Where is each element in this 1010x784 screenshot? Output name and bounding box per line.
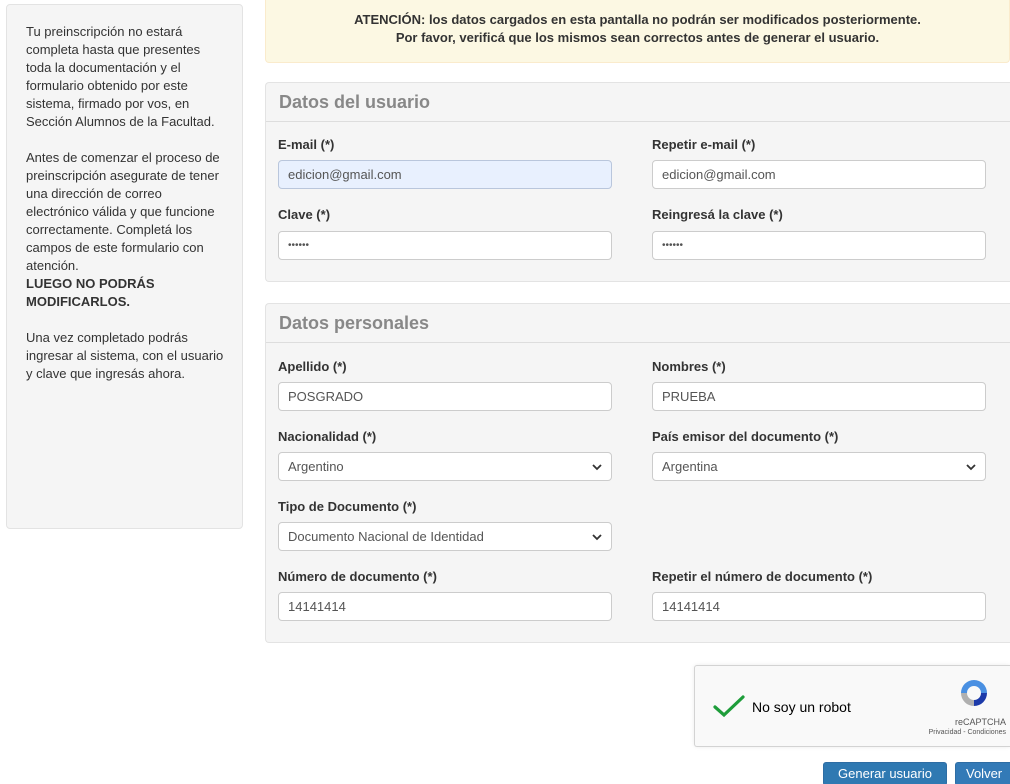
pais-label: País emisor del documento (*) <box>652 429 839 444</box>
info-paragraph-3: Una vez completado podrás ingresar al si… <box>26 330 224 381</box>
apellido-label: Apellido (*) <box>278 359 347 374</box>
email-repeat-field[interactable]: edicion@gmail.com <box>652 160 986 189</box>
panel-title-usuario: Datos del usuario <box>266 83 1010 122</box>
numero-documento-repeat-field[interactable]: 14141414 <box>652 592 986 621</box>
info-paragraph-1: Tu preinscripción no estará completa has… <box>26 24 215 129</box>
pais-select[interactable]: Argentina <box>652 452 986 481</box>
alert-line-2: Por favor, verificá que los mismos sean … <box>395 30 880 45</box>
recaptcha-brand: reCAPTCHA <box>954 717 1006 727</box>
pais-selected: Argentina <box>662 459 718 474</box>
nacionalidad-select[interactable]: Argentino <box>278 452 612 481</box>
email-label: E-mail (*) <box>278 137 335 152</box>
recaptcha-logo-icon <box>961 680 987 706</box>
volver-button[interactable]: Volver <box>955 762 1010 784</box>
numero-documento-label: Número de documento (*) <box>278 569 437 584</box>
tipo-documento-label: Tipo de Documento (*) <box>278 499 417 514</box>
warning-alert: ATENCIÓN: los datos cargados en esta pan… <box>265 0 1010 63</box>
info-paragraph-2: Antes de comenzar el proceso de preinscr… <box>26 149 224 311</box>
password-field[interactable]: •••••• <box>278 231 612 260</box>
password-repeat-label: Reingresá la clave (*) <box>652 207 783 222</box>
checkmark-icon[interactable] <box>713 694 745 718</box>
alert-line-1: ATENCIÓN: los datos cargados en esta pan… <box>354 12 921 27</box>
email-field[interactable]: edicion@gmail.com <box>278 160 612 189</box>
chevron-down-icon <box>592 464 602 471</box>
nombres-field[interactable]: PRUEBA <box>652 382 986 411</box>
apellido-field[interactable]: POSGRADO <box>278 382 612 411</box>
tipo-documento-selected: Documento Nacional de Identidad <box>288 529 484 544</box>
info-warning: LUEGO NO PODRÁS MODIFICARLOS. <box>26 276 155 309</box>
recaptcha-label: No soy un robot <box>752 699 851 715</box>
nacionalidad-selected: Argentino <box>288 459 344 474</box>
recaptcha-widget: No soy un robot reCAPTCHA Privacidad - C… <box>694 665 1010 747</box>
recaptcha-links[interactable]: Privacidad - Condiciones <box>929 729 1006 736</box>
generar-usuario-button[interactable]: Generar usuario <box>823 762 947 784</box>
email-repeat-label: Repetir e-mail (*) <box>652 137 756 152</box>
password-repeat-field[interactable]: •••••• <box>652 231 986 260</box>
nombres-label: Nombres (*) <box>652 359 726 374</box>
numero-documento-repeat-label: Repetir el número de documento (*) <box>652 569 873 584</box>
chevron-down-icon <box>592 534 602 541</box>
info-sidebar: Tu preinscripción no estará completa has… <box>6 4 243 529</box>
tipo-documento-select[interactable]: Documento Nacional de Identidad <box>278 522 612 551</box>
panel-title-personales: Datos personales <box>266 304 1010 343</box>
password-label: Clave (*) <box>278 207 331 222</box>
info-paragraph-2-text: Antes de comenzar el proceso de preinscr… <box>26 150 220 273</box>
numero-documento-field[interactable]: 14141414 <box>278 592 612 621</box>
chevron-down-icon <box>966 464 976 471</box>
nacionalidad-label: Nacionalidad (*) <box>278 429 377 444</box>
